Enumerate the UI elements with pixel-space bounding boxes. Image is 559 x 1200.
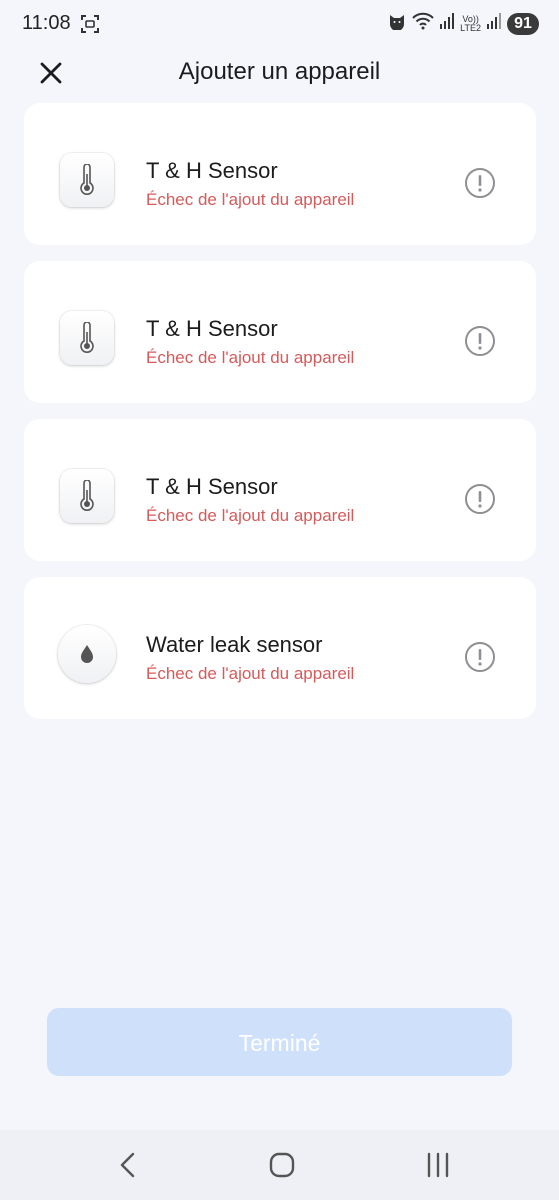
device-name: T & H Sensor xyxy=(146,316,278,341)
device-card[interactable]: T & H Sensor Échec de l'ajout du apparei… xyxy=(24,261,536,403)
device-image xyxy=(60,311,114,365)
nav-back-button[interactable] xyxy=(108,1150,148,1180)
navigation-bar xyxy=(0,1130,559,1200)
alert-button[interactable] xyxy=(464,167,496,199)
device-image xyxy=(60,153,114,207)
network-bottom-label: LTE2 xyxy=(460,22,481,33)
recents-icon xyxy=(427,1152,449,1178)
signal-icon-2 xyxy=(487,13,501,34)
device-image xyxy=(58,625,116,683)
device-status-error: Échec de l'ajout du appareil xyxy=(146,190,355,209)
exclamation-circle-icon xyxy=(465,642,495,672)
alert-button[interactable] xyxy=(464,483,496,515)
device-card[interactable]: T & H Sensor Échec de l'ajout du apparei… xyxy=(24,419,536,561)
signal-icon xyxy=(440,13,455,34)
device-name: Water leak sensor xyxy=(146,632,323,657)
device-card[interactable]: Water leak sensor Échec de l'ajout du ap… xyxy=(24,577,536,719)
device-status-error: Échec de l'ajout du appareil xyxy=(146,664,355,683)
done-button[interactable]: Terminé xyxy=(47,1008,512,1076)
thermometer-icon xyxy=(80,322,94,353)
cat-icon xyxy=(388,12,406,35)
home-icon xyxy=(269,1152,295,1178)
lte-indicator: Vo)) LTE2 xyxy=(460,14,481,33)
nav-recents-button[interactable] xyxy=(418,1150,458,1180)
exclamation-circle-icon xyxy=(465,484,495,514)
header: Ajouter un appareil xyxy=(0,50,559,94)
device-card[interactable]: T & H Sensor Échec de l'ajout du apparei… xyxy=(24,103,536,245)
thermometer-icon xyxy=(80,480,94,511)
status-bar: 11:08 Vo)) LTE2 91 xyxy=(0,0,559,50)
nav-home-button[interactable] xyxy=(262,1150,302,1180)
back-icon xyxy=(120,1152,135,1178)
device-list: T & H Sensor Échec de l'ajout du apparei… xyxy=(24,103,536,735)
exclamation-circle-icon xyxy=(465,326,495,356)
screenshot-icon xyxy=(80,14,100,39)
status-time: 11:08 xyxy=(22,12,71,34)
battery-indicator: 91 xyxy=(507,12,539,35)
device-name: T & H Sensor xyxy=(146,474,278,499)
page-title: Ajouter un appareil xyxy=(178,58,381,85)
alert-button[interactable] xyxy=(464,641,496,673)
thermometer-icon xyxy=(80,164,94,195)
water-drop-icon xyxy=(81,645,93,663)
alert-button[interactable] xyxy=(464,325,496,357)
wifi-icon xyxy=(412,12,434,35)
device-status-error: Échec de l'ajout du appareil xyxy=(146,506,355,525)
device-status-error: Échec de l'ajout du appareil xyxy=(146,348,355,367)
device-name: T & H Sensor xyxy=(146,158,278,183)
device-image xyxy=(60,469,114,523)
exclamation-circle-icon xyxy=(465,168,495,198)
